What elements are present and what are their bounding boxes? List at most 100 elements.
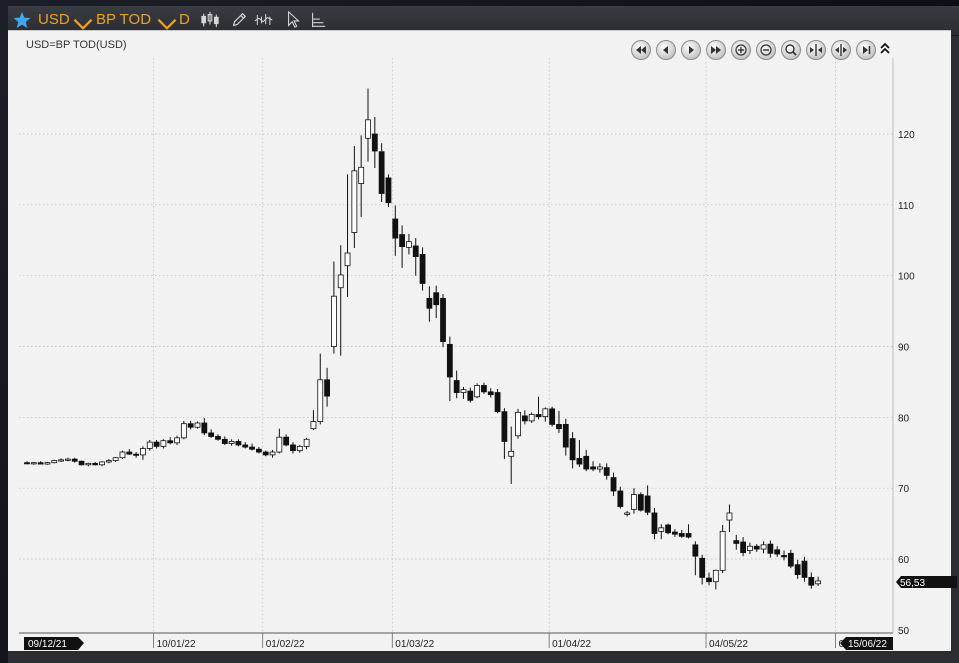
x-tick-label: 01/02/22 [266, 639, 305, 650]
candle [487, 388, 494, 398]
candle [78, 460, 85, 466]
candle-body [119, 451, 126, 459]
candle [590, 461, 596, 472]
candle [610, 472, 617, 496]
candle [30, 461, 37, 465]
candle [337, 245, 344, 356]
y-tick-label: 60 [898, 555, 910, 566]
candle-body [542, 408, 549, 418]
candle-body [685, 533, 692, 538]
candle [453, 370, 460, 399]
candle [215, 434, 221, 441]
candle-body [221, 438, 228, 444]
candle [658, 524, 665, 540]
candle-body [753, 545, 760, 550]
candle [794, 559, 801, 579]
candle [712, 569, 719, 590]
candle [467, 387, 474, 403]
x-tick-label: 04/05/22 [709, 639, 748, 650]
candle-body [378, 151, 385, 194]
candle [753, 544, 760, 552]
candle [433, 285, 440, 319]
candle [140, 446, 146, 460]
candle [262, 450, 269, 457]
candle-body [515, 411, 521, 437]
candle [269, 449, 276, 458]
price-chart: 50 60 70 80 90 100 110 120 10/01/22 01/02/22 01/0… [19, 58, 957, 650]
y-tick-label: 110 [898, 201, 914, 212]
candle [187, 420, 194, 430]
candle [174, 435, 180, 445]
candle-body [637, 494, 644, 511]
candle [412, 238, 419, 276]
candle-body [460, 389, 467, 393]
candle [65, 457, 71, 462]
candle [446, 336, 453, 402]
candle-body [521, 415, 528, 422]
candle [426, 286, 433, 322]
candle [385, 174, 392, 207]
candle [58, 458, 64, 462]
candle-body [412, 245, 419, 257]
end-date-label: 15/06/22 [848, 639, 887, 650]
candle-body [269, 451, 276, 456]
candle-body [767, 543, 774, 554]
candle [474, 383, 481, 399]
candle-body [419, 254, 426, 284]
candle [242, 442, 249, 449]
candle-body [126, 451, 133, 455]
candle-body [92, 462, 99, 466]
candle [310, 410, 317, 431]
candle-body [733, 540, 740, 544]
y-tick-label: 120 [898, 130, 915, 141]
candle-body [453, 380, 460, 393]
candle-body [501, 411, 508, 442]
candle [201, 418, 208, 436]
candle-body [699, 557, 706, 578]
candle [767, 540, 774, 558]
candle [528, 412, 535, 423]
candle [535, 396, 542, 420]
candle [733, 534, 740, 550]
candle [371, 117, 378, 168]
candle-body [51, 460, 58, 464]
candle [569, 432, 576, 469]
candle [521, 410, 528, 425]
candle-body [30, 462, 37, 465]
candle [85, 462, 92, 467]
candle [460, 386, 467, 399]
y-tick-label: 100 [898, 272, 915, 283]
candle [481, 382, 487, 394]
candle [787, 549, 794, 569]
candle-body [467, 390, 474, 401]
candle-body [310, 421, 317, 430]
candle-body [255, 448, 262, 453]
candle [760, 541, 767, 554]
candle-body [603, 467, 610, 476]
candle [501, 408, 508, 460]
candle [774, 546, 781, 557]
candle [153, 440, 160, 449]
candle-body [201, 422, 208, 434]
candle-body [569, 438, 576, 461]
candle [249, 443, 255, 451]
candle-body [440, 297, 446, 342]
candle-body [535, 414, 542, 418]
candle-body [719, 530, 726, 571]
candle-body [215, 436, 221, 440]
candle-body [590, 466, 596, 470]
candle-body [624, 512, 631, 515]
candle [542, 407, 549, 422]
candle-body [740, 541, 746, 554]
candle-body [344, 252, 351, 267]
candle [392, 205, 399, 256]
candle-body [290, 444, 296, 452]
candle [596, 463, 603, 473]
x-tick-label: 10/01/22 [157, 639, 196, 650]
candle [105, 459, 112, 464]
candle [726, 504, 733, 533]
candle-body [249, 446, 255, 450]
candle-body [406, 241, 412, 248]
candle-body [399, 234, 406, 248]
candle [146, 440, 153, 451]
